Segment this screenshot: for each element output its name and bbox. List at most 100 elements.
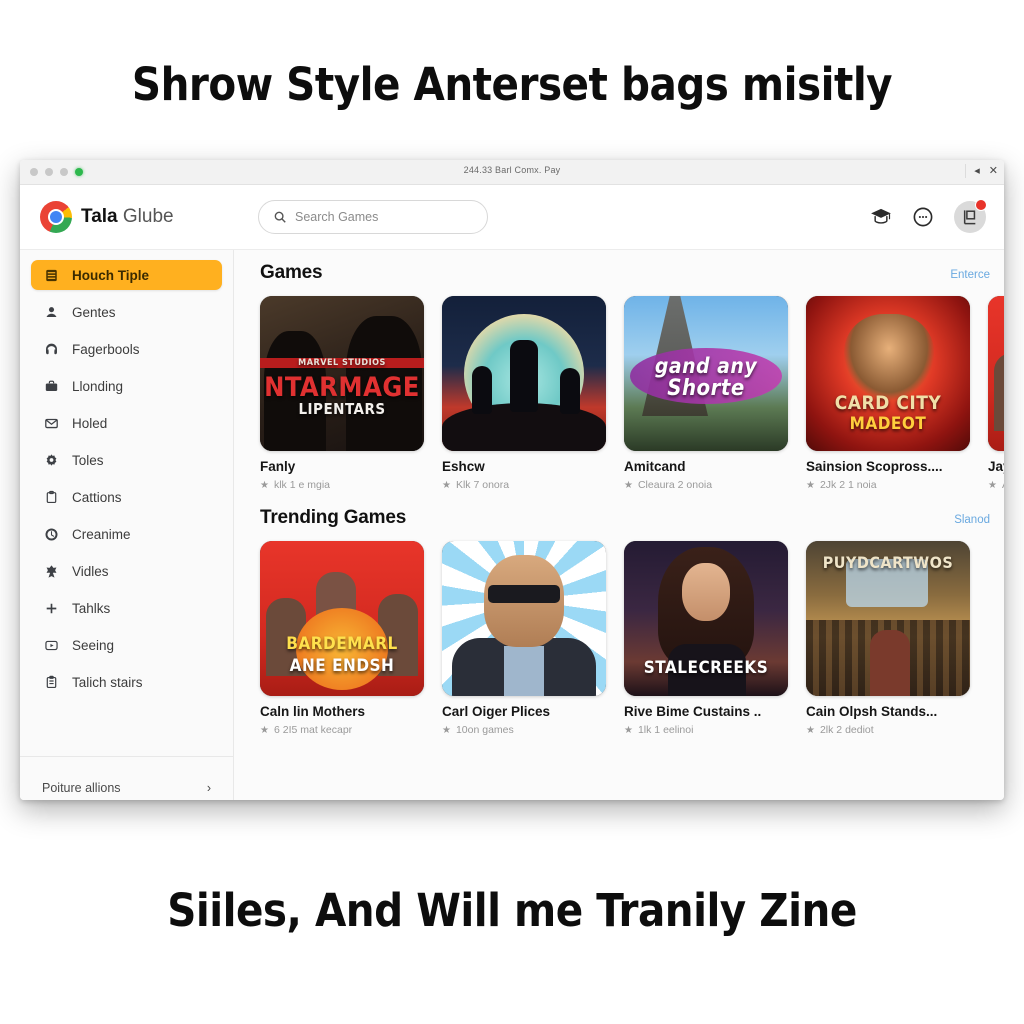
game-card[interactable]: gand any Shorte Amitcand ★ Cleaura 2 ono… [624, 296, 788, 491]
game-meta: ★ 2Jk 2 1 noia [806, 479, 970, 491]
game-card[interactable]: MARVEL STUDIOS NTARMAGE LIPENTARS Fanly … [260, 296, 424, 491]
sidebar-item-label: Fagerbools [72, 341, 140, 357]
brand[interactable]: Tala Glube [40, 201, 236, 233]
notification-badge [975, 199, 987, 211]
sidebar-item-cattions[interactable]: Cattions [31, 482, 222, 512]
clock-icon [43, 526, 59, 542]
star-icon: ★ [624, 724, 633, 736]
more-circle-icon[interactable] [912, 206, 934, 228]
game-meta-text: Klk 7 onora [455, 479, 510, 491]
game-title: Carl Oiger Plices [442, 704, 551, 719]
thumbnail-art: PUYDCARTWOS [806, 541, 970, 696]
game-card[interactable]: Eshcw ★ Klk 7 onora [442, 296, 606, 491]
sidebar-item-toles[interactable]: Toles [31, 445, 222, 475]
sidebar-item-label: Seeing [72, 637, 115, 653]
sidebar-item-holed[interactable]: Holed [31, 408, 222, 438]
star-icon: ★ [260, 479, 269, 491]
thumbnail-art: gand any Shorte [624, 296, 788, 451]
sidebar: Houch Tiple Gentes Fagerbools Llonding H… [20, 250, 234, 800]
window-right-controls: ◂ ✕ [965, 164, 998, 178]
game-thumbnail[interactable]: PUYDCARTWOS [806, 541, 970, 696]
star-icon: ★ [806, 479, 815, 491]
sidebar-item-seeing[interactable]: Seeing [31, 630, 222, 660]
sidebar-item-llonding[interactable]: Llonding [31, 371, 222, 401]
sidebar-item-talich-stairs[interactable]: Talich stairs [31, 667, 222, 697]
game-card[interactable]: STALECREEKS Rive Bime Custains .. ★ 1lk … [624, 541, 788, 736]
app-toolbar: Tala Glube Search Games [20, 185, 1004, 250]
gear-icon [43, 452, 59, 468]
play-box-icon [43, 637, 59, 653]
notes-icon [43, 674, 59, 690]
game-title: Sainsion Scopross.... [806, 459, 943, 474]
sidebar-item-tahlks[interactable]: Tahlks [31, 593, 222, 623]
game-thumbnail[interactable] [988, 296, 1004, 451]
section-header-games: Games Enterce [260, 262, 1004, 284]
game-title: Caln lin Mothers [260, 704, 366, 719]
game-card[interactable]: BARDEMARL ANE ENDSH Caln lin Mothers ★ 6… [260, 541, 424, 736]
star-icon: ★ [624, 479, 633, 491]
game-meta-text: Al [1002, 479, 1004, 491]
brand-name: Tala Glube [81, 206, 174, 228]
sidebar-item-label: Toles [72, 452, 104, 468]
thumbnail-art: CARD CITY MADEOT [806, 296, 970, 451]
sidebar-item-label: Holed [72, 415, 108, 431]
game-card-partial[interactable]: Jay ★ Al [988, 296, 1004, 491]
game-meta-text: 2Jk 2 1 noia [819, 479, 877, 491]
art-text-main: PUYDCARTWOS [822, 553, 954, 572]
search-input[interactable]: Search Games [258, 200, 488, 234]
sidebar-item-fagerbools[interactable]: Fagerbools [31, 334, 222, 364]
sidebar-footer-poiture-allions[interactable]: Poiture allions › [20, 756, 233, 800]
art-text-sub: MADEOT [849, 414, 927, 434]
thumbnail-art: BARDEMARL ANE ENDSH [260, 541, 424, 696]
game-thumbnail[interactable]: STALECREEKS [624, 541, 788, 696]
game-thumbnail[interactable]: MARVEL STUDIOS NTARMAGE LIPENTARS [260, 296, 424, 451]
game-meta: ★ 10on games [442, 724, 606, 736]
screenshot-root: Shrow Style Anterset bags misitly 244.33… [0, 0, 1024, 1024]
graduation-cap-icon[interactable] [870, 208, 892, 226]
game-thumbnail[interactable]: gand any Shorte [624, 296, 788, 451]
game-thumbnail[interactable] [442, 296, 606, 451]
game-thumbnail[interactable]: CARD CITY MADEOT [806, 296, 970, 451]
game-title: Rive Bime Custains .. [624, 704, 762, 719]
close-icon[interactable]: ✕ [989, 164, 998, 178]
section-link[interactable]: Enterce [950, 269, 990, 281]
thumbnail-art [988, 296, 1004, 451]
window-content: Houch Tiple Gentes Fagerbools Llonding H… [20, 250, 1004, 800]
browser-window: 244.33 Barl Comx. Pay ◂ ✕ Tala Glube Sea… [20, 160, 1004, 800]
search-icon [274, 211, 286, 223]
game-meta-text: klk 1 e mgia [273, 479, 330, 491]
section-title: Trending Games [260, 507, 407, 528]
game-title: Eshcw [442, 459, 485, 474]
game-title: Jay [988, 459, 1004, 474]
star-icon: ★ [988, 479, 997, 491]
sidebar-item-label: Houch Tiple [72, 267, 150, 283]
star-icon: ★ [442, 724, 451, 736]
thumbnail-art: STALECREEKS [624, 541, 788, 696]
game-thumbnail[interactable]: BARDEMARL ANE ENDSH [260, 541, 424, 696]
sidebar-item-label: Talich stairs [72, 674, 143, 690]
sidebar-item-creanime[interactable]: Creanime [31, 519, 222, 549]
game-meta: ★ 1lk 1 eelinoi [624, 724, 788, 736]
art-text-main: gand any [654, 354, 758, 378]
section-link[interactable]: Slanod [954, 514, 990, 526]
toolbar-icons [870, 199, 987, 233]
game-card[interactable]: Carl Oiger Plices ★ 10on games [442, 541, 606, 736]
sidebar-item-label: Tahlks [72, 600, 111, 616]
star-icon: ★ [806, 724, 815, 736]
profile-badge-icon[interactable] [954, 199, 987, 233]
sidebar-item-gentes[interactable]: Gentes [31, 297, 222, 327]
headphones-icon [43, 341, 59, 357]
game-meta: ★ 6 2I5 mat kecapr [260, 724, 424, 736]
game-title: Cain Olpsh Stands... [806, 704, 938, 719]
game-thumbnail[interactable] [442, 541, 606, 696]
game-title: Amitcand [624, 459, 686, 474]
game-card[interactable]: PUYDCARTWOS Cain Olpsh Stands... ★ 2lk 2… [806, 541, 970, 736]
section-title: Games [260, 262, 323, 283]
sidebar-item-vidles[interactable]: Vidles [31, 556, 222, 586]
chevron-right-icon: › [206, 780, 211, 795]
game-card[interactable]: CARD CITY MADEOT Sainsion Scopross.... ★… [806, 296, 970, 491]
minimize-icon[interactable]: ◂ [974, 164, 980, 178]
sidebar-item-houch-tiple[interactable]: Houch Tiple [31, 260, 222, 290]
trending-games-row: BARDEMARL ANE ENDSH Caln lin Mothers ★ 6… [260, 541, 1004, 736]
thumbnail-art: MARVEL STUDIOS NTARMAGE LIPENTARS [260, 296, 424, 451]
